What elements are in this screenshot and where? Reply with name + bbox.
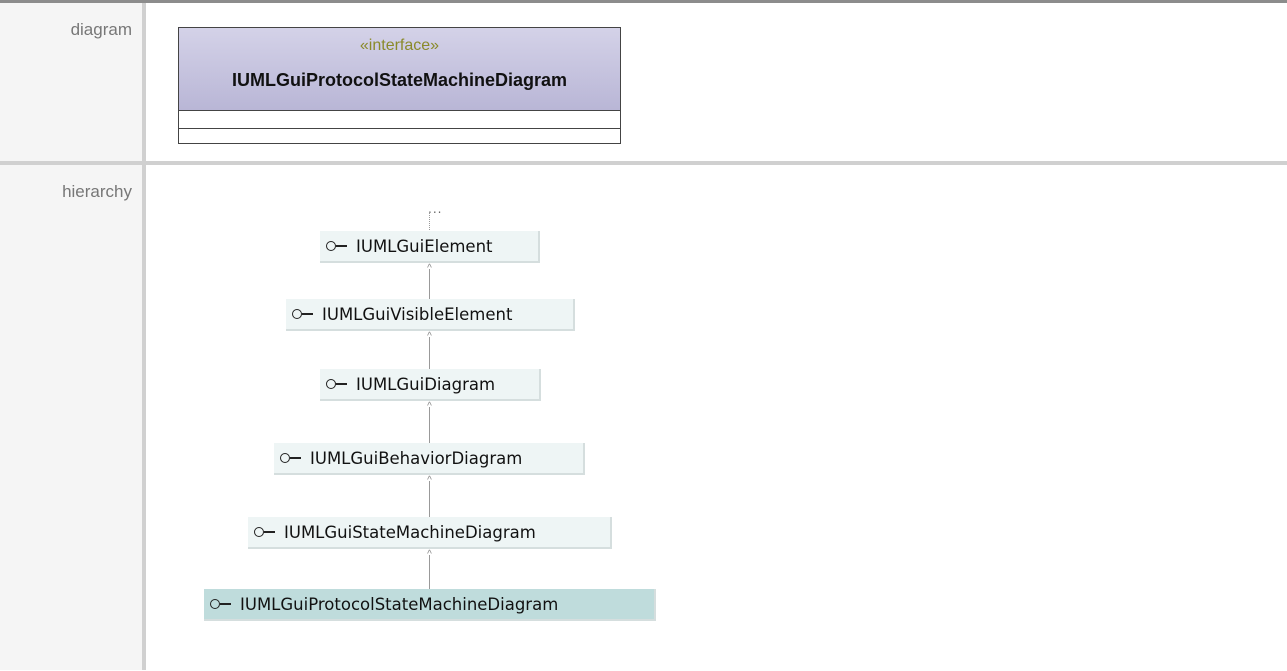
hierarchy-node-iumlguidiagram[interactable]: IUMLGuiDiagram: [320, 369, 541, 401]
hierarchy-node-iumlguibehaviordiagram[interactable]: IUMLGuiBehaviorDiagram: [274, 443, 585, 475]
diagram-row: diagram «interface» IUMLGuiProtocolState…: [0, 3, 1287, 165]
inheritance-arrow-icon: ^: [427, 475, 432, 486]
hierarchy-node-iumlguistatemachinediagram[interactable]: IUMLGuiStateMachineDiagram: [248, 517, 612, 549]
hierarchy-node-label: IUMLGuiElement: [356, 236, 493, 256]
interface-name: IUMLGuiProtocolStateMachineDiagram: [231, 70, 568, 90]
hierarchy-label: hierarchy: [62, 182, 132, 201]
diagram-content-cell: «interface» IUMLGuiProtocolStateMachineD…: [144, 3, 1287, 165]
hierarchy-label-cell: hierarchy: [0, 163, 146, 670]
hierarchy-node-label: IUMLGuiDiagram: [356, 374, 496, 394]
hierarchy-row: hierarchy ... IUMLGuiElement ^ IUMLGuiVi…: [0, 163, 1287, 670]
hierarchy-node-label: IUMLGuiProtocolStateMachineDiagram: [240, 594, 559, 614]
inheritance-arrow-icon: ^: [427, 331, 432, 342]
inheritance-connector: [429, 555, 430, 589]
inheritance-arrow-icon: ^: [427, 263, 432, 274]
hierarchy-node-iumlguivisibleelement[interactable]: IUMLGuiVisibleElement: [286, 299, 575, 331]
ellipsis-connector: [429, 212, 431, 230]
hierarchy-node-label: IUMLGuiVisibleElement: [322, 304, 513, 324]
inheritance-connector: [429, 407, 430, 443]
hierarchy-content-cell: ... IUMLGuiElement ^ IUMLGuiVisibleEleme…: [144, 163, 1287, 670]
hierarchy-node-iumlguielement[interactable]: IUMLGuiElement: [320, 231, 540, 263]
hierarchy-node-label: IUMLGuiBehaviorDiagram: [310, 448, 523, 468]
interface-lollipop-icon: [326, 239, 352, 253]
hierarchy-node-iumlguiprotocolstatemachinediagram[interactable]: IUMLGuiProtocolStateMachineDiagram: [204, 589, 656, 621]
interface-lollipop-icon: [292, 307, 318, 321]
interface-lollipop-icon: [280, 451, 306, 465]
operations-compartment: [179, 129, 620, 143]
inheritance-connector: [429, 481, 430, 517]
interface-class-box: «interface» IUMLGuiProtocolStateMachineD…: [178, 27, 621, 144]
interface-header: «interface» IUMLGuiProtocolStateMachineD…: [179, 28, 620, 111]
interface-lollipop-icon: [254, 525, 280, 539]
diagram-label-cell: diagram: [0, 3, 146, 165]
inheritance-arrow-icon: ^: [427, 549, 432, 560]
interface-lollipop-icon: [326, 377, 352, 391]
inheritance-arrow-icon: ^: [427, 401, 432, 412]
attributes-compartment: [179, 111, 620, 129]
stereotype-label: «interface»: [359, 37, 440, 54]
interface-lollipop-icon: [210, 597, 236, 611]
diagram-label: diagram: [70, 20, 132, 39]
hierarchy-node-label: IUMLGuiStateMachineDiagram: [284, 522, 536, 542]
documentation-table: diagram «interface» IUMLGuiProtocolState…: [0, 3, 1287, 670]
